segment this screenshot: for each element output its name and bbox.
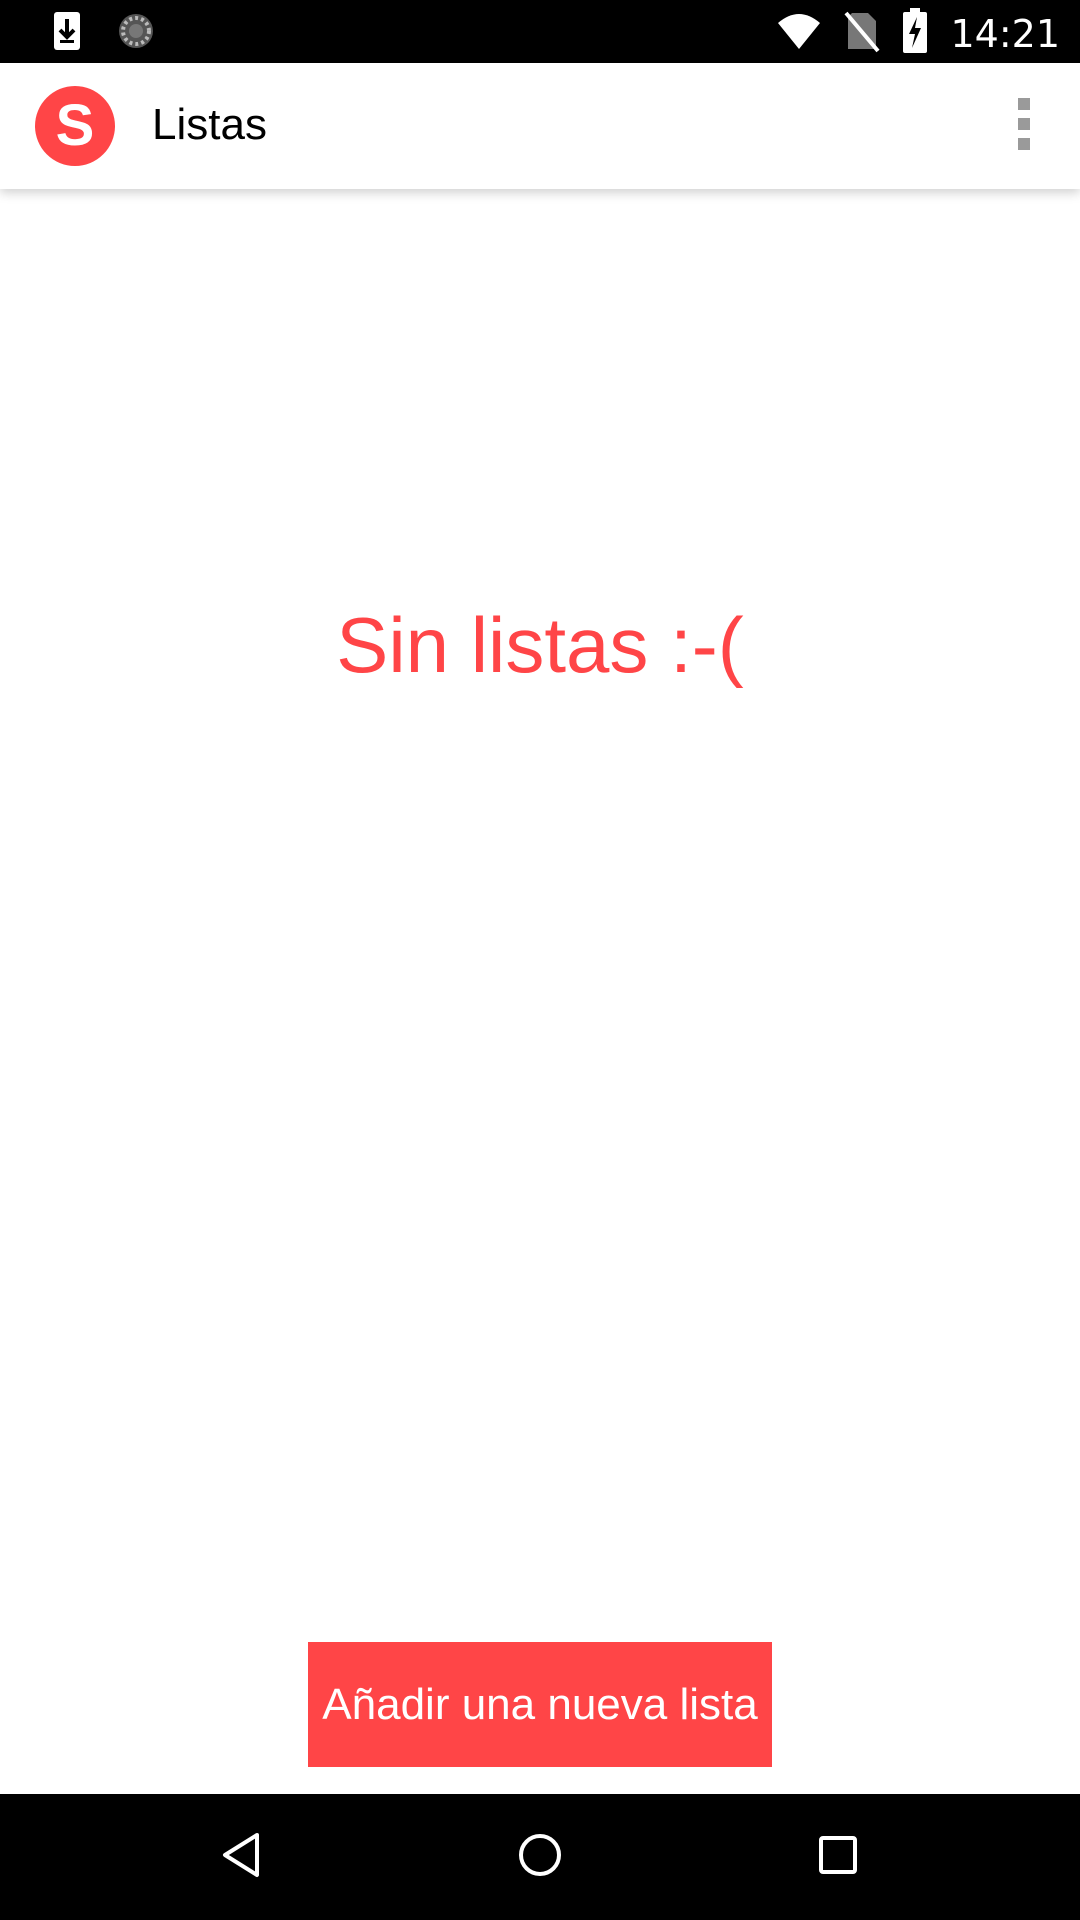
status-bar: 14:21 — [0, 0, 1080, 63]
screen: 14:21 S Listas Sin listas :-( Añadir una… — [0, 0, 1080, 1920]
home-icon — [516, 1831, 564, 1884]
status-time: 14:21 — [950, 11, 1060, 56]
recents-icon — [816, 1833, 860, 1882]
wifi-icon — [776, 11, 822, 56]
app-logo-letter: S — [56, 93, 95, 158]
home-button[interactable] — [505, 1822, 575, 1892]
navigation-bar — [0, 1794, 1080, 1920]
overflow-menu-button[interactable] — [998, 83, 1050, 169]
back-icon — [219, 1831, 263, 1884]
back-button[interactable] — [206, 1822, 276, 1892]
page-title: Listas — [152, 100, 267, 149]
sync-icon — [116, 11, 156, 56]
empty-state-message: Sin listas :-( — [336, 601, 744, 689]
app-logo: S — [34, 85, 116, 167]
more-vert-icon — [1016, 96, 1032, 157]
recents-button[interactable] — [803, 1822, 873, 1892]
add-list-button[interactable]: Añadir una nueva lista — [308, 1642, 772, 1767]
download-icon — [52, 10, 82, 57]
battery-charging-icon — [902, 8, 928, 59]
no-sim-icon — [844, 9, 881, 58]
app-bar: S Listas — [0, 63, 1080, 189]
